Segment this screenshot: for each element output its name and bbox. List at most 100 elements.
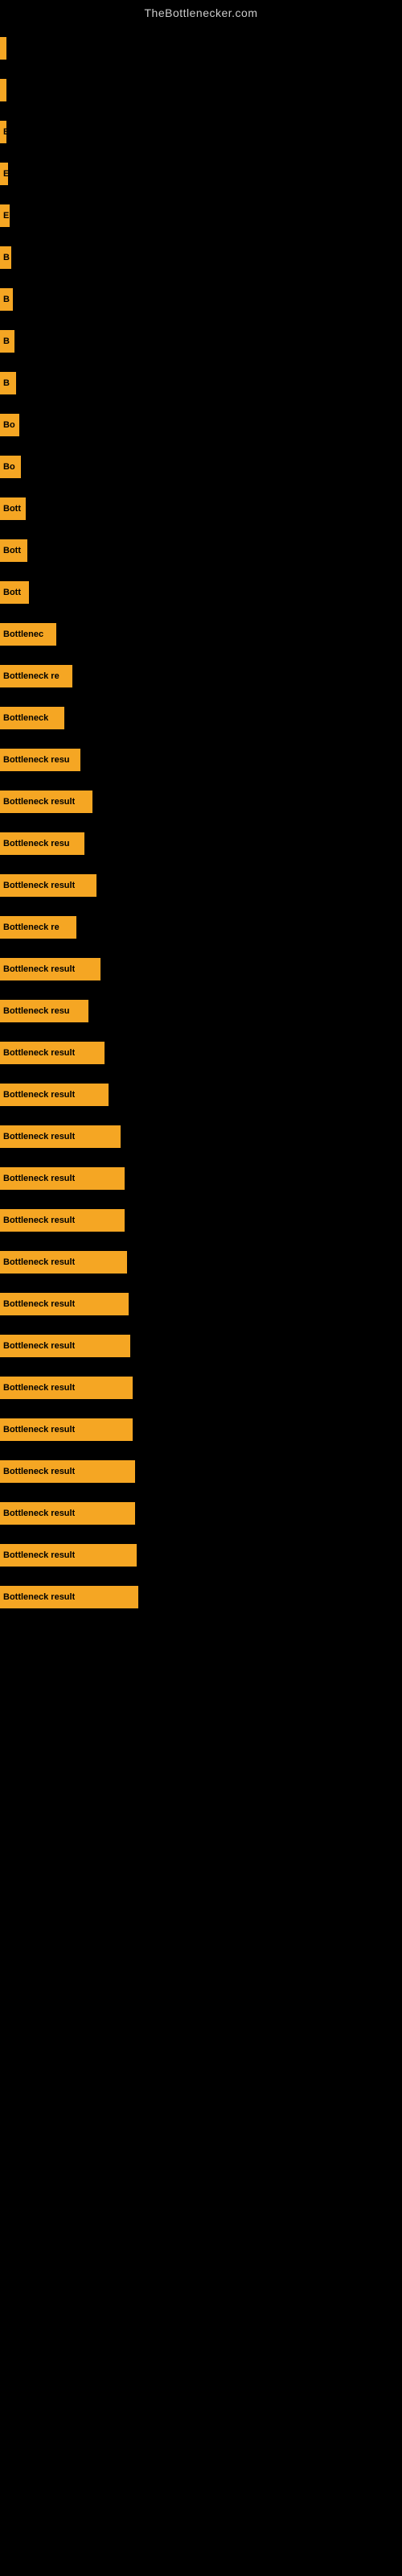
bar-17: Bottleneck resu — [0, 749, 80, 771]
bar-row: Bottleneck result — [0, 1119, 402, 1154]
bar-label-26: Bottleneck result — [3, 1132, 75, 1141]
bar-label-19: Bottleneck resu — [3, 839, 70, 848]
site-title: TheBottlenecker.com — [0, 0, 402, 23]
bar-label-29: Bottleneck result — [3, 1257, 75, 1267]
bars-container: E E E B B B B Bo Bo Bott Bott Bott Bottlenec Bottlene… — [0, 23, 402, 1629]
bar-label-11: Bott — [3, 504, 21, 514]
bar-7: B — [0, 330, 14, 353]
bar-row: Bottleneck result — [0, 1454, 402, 1489]
bar-label-6: B — [3, 295, 10, 304]
bar-label-3: E — [3, 169, 8, 179]
bar-row: Bott — [0, 491, 402, 526]
bar-row: Bo — [0, 407, 402, 443]
bar-row — [0, 31, 402, 66]
bar-label-24: Bottleneck result — [3, 1048, 75, 1058]
bar-14: Bottlenec — [0, 623, 56, 646]
bar-row: B — [0, 365, 402, 401]
bar-label-2: E — [3, 127, 6, 137]
bar-label-9: Bo — [3, 420, 15, 430]
bar-21: Bottleneck re — [0, 916, 76, 939]
bar-label-15: Bottleneck re — [3, 671, 59, 681]
bar-label-28: Bottleneck result — [3, 1216, 75, 1225]
bar-row: Bottleneck result — [0, 784, 402, 819]
bar-row: Bottleneck result — [0, 1161, 402, 1196]
bar-row: Bott — [0, 533, 402, 568]
bar-23: Bottleneck resu — [0, 1000, 88, 1022]
bar-row: B — [0, 240, 402, 275]
bar-33: Bottleneck result — [0, 1418, 133, 1441]
bar-row: Bottleneck — [0, 700, 402, 736]
bar-35: Bottleneck result — [0, 1502, 135, 1525]
bar-row: Bottleneck re — [0, 658, 402, 694]
bar-32: Bottleneck result — [0, 1377, 133, 1399]
bar-4: E — [0, 204, 10, 227]
bar-row: Bottleneck result — [0, 952, 402, 987]
bar-label-33: Bottleneck result — [3, 1425, 75, 1435]
bar-row: Bo — [0, 449, 402, 485]
bar-label-27: Bottleneck result — [3, 1174, 75, 1183]
bar-label-30: Bottleneck result — [3, 1299, 75, 1309]
bar-row: Bottleneck resu — [0, 742, 402, 778]
bar-0 — [0, 37, 6, 60]
bar-label-4: E — [3, 211, 9, 221]
bar-row: Bottleneck result — [0, 1370, 402, 1406]
bar-19: Bottleneck resu — [0, 832, 84, 855]
bar-row: Bottlenec — [0, 617, 402, 652]
bar-label-22: Bottleneck result — [3, 964, 75, 974]
bar-row: Bottleneck result — [0, 1203, 402, 1238]
bar-25: Bottleneck result — [0, 1084, 109, 1106]
bar-29: Bottleneck result — [0, 1251, 127, 1274]
bar-34: Bottleneck result — [0, 1460, 135, 1483]
bar-27: Bottleneck result — [0, 1167, 125, 1190]
bar-1 — [0, 79, 6, 101]
bar-label-34: Bottleneck result — [3, 1467, 75, 1476]
bar-row: Bott — [0, 575, 402, 610]
bar-label-20: Bottleneck result — [3, 881, 75, 890]
bar-9: Bo — [0, 414, 19, 436]
bar-row: Bottleneck result — [0, 1496, 402, 1531]
bar-6: B — [0, 288, 13, 311]
bar-row: Bottleneck result — [0, 1579, 402, 1615]
bar-row: B — [0, 282, 402, 317]
bar-37: Bottleneck result — [0, 1586, 138, 1608]
bar-36: Bottleneck result — [0, 1544, 137, 1567]
bar-18: Bottleneck result — [0, 791, 92, 813]
bar-label-13: Bott — [3, 588, 21, 597]
bar-31: Bottleneck result — [0, 1335, 130, 1357]
bar-13: Bott — [0, 581, 29, 604]
bar-row: Bottleneck result — [0, 1412, 402, 1447]
bar-30: Bottleneck result — [0, 1293, 129, 1315]
bar-2: E — [0, 121, 6, 143]
bar-label-8: B — [3, 378, 10, 388]
bar-row: Bottleneck result — [0, 1035, 402, 1071]
bar-row: Bottleneck result — [0, 1328, 402, 1364]
bar-label-32: Bottleneck result — [3, 1383, 75, 1393]
bar-row: Bottleneck resu — [0, 826, 402, 861]
bar-label-16: Bottleneck — [3, 713, 48, 723]
bar-label-14: Bottlenec — [3, 630, 43, 639]
bar-20: Bottleneck result — [0, 874, 96, 897]
bar-22: Bottleneck result — [0, 958, 100, 980]
bar-row: Bottleneck result — [0, 868, 402, 903]
bar-12: Bott — [0, 539, 27, 562]
bar-label-17: Bottleneck resu — [3, 755, 70, 765]
bar-8: B — [0, 372, 16, 394]
bar-11: Bott — [0, 497, 26, 520]
bar-row: E — [0, 198, 402, 233]
bar-label-23: Bottleneck resu — [3, 1006, 70, 1016]
bar-28: Bottleneck result — [0, 1209, 125, 1232]
bar-16: Bottleneck — [0, 707, 64, 729]
bar-row: E — [0, 156, 402, 192]
bar-label-21: Bottleneck re — [3, 923, 59, 932]
bar-row: Bottleneck result — [0, 1077, 402, 1113]
bar-label-31: Bottleneck result — [3, 1341, 75, 1351]
bar-label-36: Bottleneck result — [3, 1550, 75, 1560]
bar-label-18: Bottleneck result — [3, 797, 75, 807]
bar-row: Bottleneck result — [0, 1286, 402, 1322]
bar-26: Bottleneck result — [0, 1125, 121, 1148]
bar-label-10: Bo — [3, 462, 15, 472]
bar-row: Bottleneck resu — [0, 993, 402, 1029]
bar-label-7: B — [3, 336, 10, 346]
bar-row: B — [0, 324, 402, 359]
bar-label-35: Bottleneck result — [3, 1509, 75, 1518]
